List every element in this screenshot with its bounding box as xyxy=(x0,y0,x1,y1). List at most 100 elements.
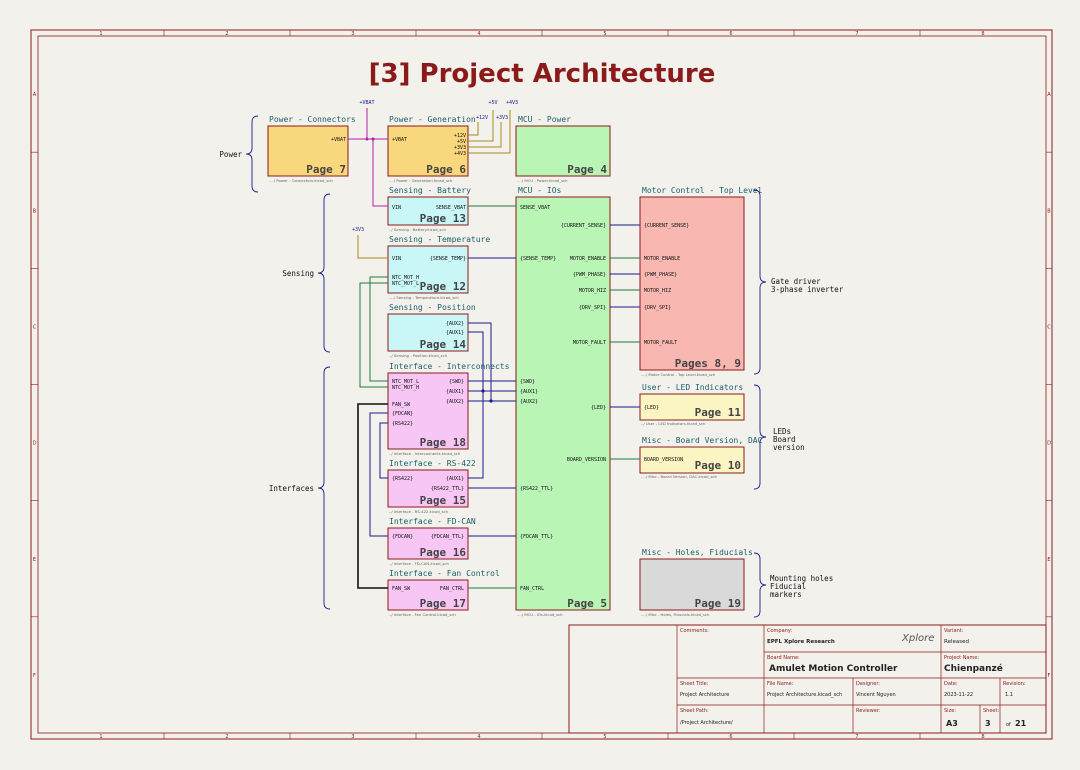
sheet-interface-rs422[interactable]: Interface - RS-422 Page 15 ../ Interface… xyxy=(387,459,476,514)
sheet-page: Page 6 xyxy=(426,163,466,176)
group-label-markers: markers xyxy=(770,590,802,599)
pin-label: +4V3 xyxy=(454,151,466,157)
sheet-page: Page 13 xyxy=(420,212,466,225)
group-label-power: Power xyxy=(219,150,242,159)
pin-label: MOTOR_HIZ xyxy=(644,288,671,294)
power-symbol: +VBAT xyxy=(359,100,374,106)
pin-label: +VBAT xyxy=(331,137,346,143)
pin-label: FAN_CTRL xyxy=(440,586,464,592)
pin-label: {RS422_TTL} xyxy=(520,486,553,492)
pin-label: {RS422} xyxy=(392,476,413,482)
tb-comments-label: Comments: xyxy=(680,628,709,634)
tb-company: EPFL Xplore Research xyxy=(767,639,835,645)
power-symbol: +4V3 xyxy=(506,100,518,106)
pin-label: {AUX1} xyxy=(446,389,464,395)
tb-file-label: File Name: xyxy=(767,681,794,687)
pin-label: {LED} xyxy=(644,405,659,411)
tb-of: of xyxy=(1006,722,1011,728)
tb-revision: 1.1 xyxy=(1005,692,1013,698)
tb-file-name: Project Architecture.kicad_sch xyxy=(767,692,842,698)
pin-label: {PWM_PHASE} xyxy=(573,272,606,278)
sheet-page: Page 16 xyxy=(420,546,467,559)
tb-revision-label: Revision: xyxy=(1003,681,1026,687)
pin-label: BOARD_VERSION xyxy=(567,457,606,463)
tb-size: A3 xyxy=(946,719,958,728)
sheet-file: ../ User - LED Indicators.kicad_sch xyxy=(641,421,706,426)
pin-label: {SWD} xyxy=(520,379,535,385)
frame-col-label: 5 xyxy=(603,31,606,37)
tb-variant: Released xyxy=(944,639,969,645)
sheet-title: Sensing - Position xyxy=(389,303,476,312)
sheet-page: Page 11 xyxy=(695,406,742,419)
group-label-interfaces: Interfaces xyxy=(269,484,314,493)
sheet-page: Page 10 xyxy=(695,459,741,472)
frame-row-label: E xyxy=(33,557,36,563)
pin-label: {FDCAN} xyxy=(392,534,413,540)
pin-label: {DRV_SPI} xyxy=(644,305,671,311)
frame-col-label: 5 xyxy=(603,734,606,740)
frame-row-label: D xyxy=(1047,441,1051,447)
group-label-sensing: Sensing xyxy=(282,269,314,278)
sheet-mcu-ios[interactable]: MCU - IOs Page 5 ..../ MCU - IOs.kicad_s… xyxy=(515,186,611,617)
power-symbol: +3V3 xyxy=(496,115,508,121)
frame-col-label: 7 xyxy=(855,734,858,740)
tb-logo: Xplore xyxy=(901,633,934,644)
sheet-file: ..../ Power - Generation.kicad_sch xyxy=(389,178,453,183)
sheet-page: Page 12 xyxy=(420,280,466,293)
frame-row-label: B xyxy=(33,208,37,214)
pin-label: +VBAT xyxy=(392,137,407,143)
sheet-file: ../ Sensing - Position.kicad_sch xyxy=(389,353,448,358)
sheet-title: MCU - IOs xyxy=(518,186,562,195)
sheet-motor-control[interactable]: Motor Control - Top Level Pages 8, 9 ...… xyxy=(639,186,763,377)
pin-label: {PWM_PHASE} xyxy=(644,272,677,278)
sheet-page: Page 5 xyxy=(567,597,607,610)
pin-label: {DRV_SPI} xyxy=(579,305,606,311)
pin-label: {AUX1} xyxy=(520,389,538,395)
power-symbol: +5V xyxy=(488,100,497,106)
group-label-inverter: 3-phase inverter xyxy=(771,285,844,294)
frame-row-label: C xyxy=(1047,324,1051,330)
frame-row-label: C xyxy=(33,324,37,330)
schematic-sheet: 1 1 2 2 3 3 4 4 5 5 6 6 7 7 8 8 A A B B C C D D E E F F [3] Project… xyxy=(0,0,1080,766)
sheet-page: Page 17 xyxy=(420,597,466,610)
sheet-sensing-battery[interactable]: Sensing - Battery Page 13 ../ Sensing - … xyxy=(387,186,471,232)
sheet-sensing-position[interactable]: Sensing - Position Page 14 ../ Sensing -… xyxy=(387,303,476,358)
tb-project-label: Project Name: xyxy=(944,655,979,661)
frame-col-label: 2 xyxy=(225,31,228,37)
frame-col-label: 6 xyxy=(729,31,732,37)
frame-col-label: 2 xyxy=(225,734,228,740)
sheet-file: ..../ MCU - Power.kicad_sch xyxy=(517,178,568,183)
pin-label: BOARD_VERSION xyxy=(644,457,683,463)
sheet-page: Page 15 xyxy=(420,494,466,507)
sheet-title: Interface - Interconnects xyxy=(389,362,510,371)
sheet-file: ..../ Misc - Holes, Fiducials.kicad_sch xyxy=(641,612,710,617)
frame-col-label: 1 xyxy=(99,31,102,37)
sheet-title: Interface - Fan Control xyxy=(389,569,500,578)
frame-col-label: 8 xyxy=(981,734,984,740)
sheet-title: Power - Generation xyxy=(389,115,476,124)
frame-row-label: F xyxy=(1048,673,1051,679)
sheet-file: ..../ Sensing - Temperature.kicad_sch xyxy=(389,295,459,300)
pin-label: {RS422_TTL} xyxy=(431,486,464,492)
pin-label: FAN_SW xyxy=(392,586,411,592)
sheet-file: ../ Interface - RS-422.kicad_sch xyxy=(389,509,449,514)
group-label-version: version xyxy=(773,443,805,452)
sheet-page: Page 18 xyxy=(420,436,466,449)
tb-board-label: Board Name: xyxy=(767,655,800,661)
pin-label: SENSE_VBAT xyxy=(436,205,466,211)
sheet-interface-fdcan[interactable]: Interface - FD-CAN Page 16 ../ Interface… xyxy=(387,517,476,566)
pin-label: {AUX1} xyxy=(446,330,464,336)
sheet-led-indicators[interactable]: User - LED Indicators Page 11 ../ User -… xyxy=(639,383,745,426)
sheet-board-version[interactable]: Misc - Board Version, DAC Page 10 ..../ … xyxy=(639,436,763,479)
sheet-file: ../ Interface - FD-CAN.kicad_sch xyxy=(389,561,449,566)
sheet-title: MCU - Power xyxy=(518,115,571,124)
sheet-page: Pages 8, 9 xyxy=(675,357,741,370)
pin-label: MOTOR_HIZ xyxy=(579,288,606,294)
power-symbol: +12V xyxy=(476,115,488,121)
sheet-title: Misc - Board Version, DAC xyxy=(642,436,763,445)
pin-label: {AUX1} xyxy=(446,476,464,482)
frame-col-label: 1 xyxy=(99,734,102,740)
pin-label: SENSE_VBAT xyxy=(520,205,550,211)
frame-row-label: E xyxy=(1047,557,1050,563)
tb-sheet-path: /Project Architecture/ xyxy=(680,720,733,726)
